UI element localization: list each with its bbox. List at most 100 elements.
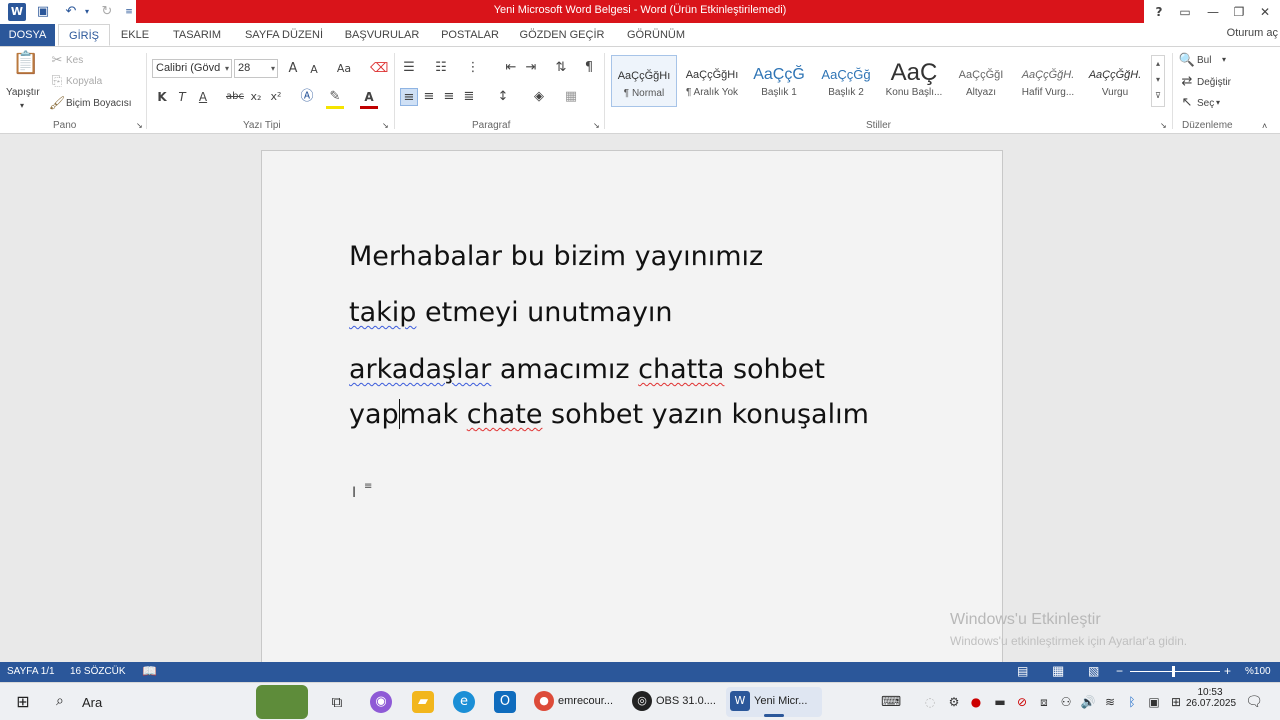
outlook-icon[interactable]: O	[494, 691, 516, 713]
zoom-slider-thumb[interactable]	[1172, 666, 1175, 677]
clear-formatting-icon[interactable]: ⌫	[370, 60, 388, 78]
proofing-icon[interactable]: 📖	[142, 664, 157, 678]
font-color-icon[interactable]: A	[360, 88, 378, 106]
network-icon[interactable]: ⊞	[1168, 694, 1184, 710]
styles-gallery-scroll[interactable]: ▴ ▾ ⊽	[1151, 55, 1165, 107]
save-icon[interactable]: ▣	[34, 3, 52, 21]
taskbar-search[interactable]: ⌕ Ara	[48, 687, 238, 717]
multilevel-list-icon[interactable]: ⋮	[464, 59, 482, 77]
bullets-icon[interactable]: ☰	[400, 59, 418, 77]
sort-icon[interactable]: ⇅	[552, 59, 570, 77]
print-layout-icon[interactable]: ▦	[1052, 663, 1064, 679]
tray-app-icon[interactable]: ▣	[1146, 694, 1162, 710]
sign-in-link[interactable]: Oturum aç	[1227, 27, 1278, 39]
paste-dropdown-icon[interactable]: ▾	[20, 101, 24, 110]
subscript-button[interactable]: x₂	[247, 88, 265, 106]
tab-review[interactable]: GÖZDEN GEÇİR	[514, 24, 610, 46]
style-subtle-emphasis[interactable]: AaÇçĞğH. Hafif Vurg...	[1015, 55, 1081, 107]
zoom-in-icon[interactable]: +	[1224, 664, 1231, 678]
decrease-indent-icon[interactable]: ⇤	[502, 59, 520, 77]
cut-button[interactable]: Kes	[66, 55, 83, 66]
highlight-icon[interactable]: ✎	[326, 88, 344, 106]
collapse-ribbon-icon[interactable]: ˄	[1262, 121, 1267, 131]
show-formatting-icon[interactable]: ¶	[580, 59, 598, 77]
italic-button[interactable]: T	[173, 88, 191, 106]
zoom-slider-track[interactable]	[1130, 671, 1220, 672]
redo-icon[interactable]: ↻	[98, 3, 116, 21]
taskbar-app-chrome[interactable]: ● emrecour...	[530, 687, 626, 717]
taskbar-app-word[interactable]: W Yeni Micr...	[726, 687, 822, 717]
increase-indent-icon[interactable]: ⇥	[522, 59, 540, 77]
clipboard-launcher-icon[interactable]: ↘	[136, 121, 143, 130]
bold-button[interactable]: K	[153, 88, 171, 106]
tab-insert[interactable]: EKLE	[114, 24, 156, 46]
change-case-icon[interactable]: Aa	[332, 60, 356, 78]
document-line[interactable]: arkadaşlar amacımız chatta sohbet	[349, 354, 825, 385]
align-left-icon[interactable]: ≡	[400, 88, 418, 106]
find-button[interactable]: Bul	[1197, 55, 1211, 66]
word-app-icon[interactable]: W	[8, 3, 26, 21]
tab-design[interactable]: TASARIM	[164, 24, 230, 46]
replace-button[interactable]: Değiştir	[1197, 77, 1231, 88]
web-layout-icon[interactable]: ▧	[1088, 664, 1099, 678]
font-launcher-icon[interactable]: ↘	[382, 121, 389, 130]
format-painter-button[interactable]: Biçim Boyacısı	[66, 98, 132, 109]
tab-references[interactable]: BAŞVURULAR	[338, 24, 426, 46]
style-normal[interactable]: AaÇçĞğHı ¶ Normal	[611, 55, 677, 107]
numbering-icon[interactable]: ☷	[432, 59, 450, 77]
strikethrough-button[interactable]: abc	[225, 88, 245, 106]
taskbar-app-obs[interactable]: ◎ OBS 31.0....	[628, 687, 724, 717]
document-area[interactable]: Merhabalar bu bizim yayınımız takip etme…	[0, 134, 1280, 670]
style-heading-2[interactable]: AaÇçĞğ Başlık 2	[813, 55, 879, 107]
windows-start-icon[interactable]: ⊞	[12, 691, 34, 713]
close-button[interactable]: ✕	[1252, 2, 1278, 22]
restore-button[interactable]: ❐	[1226, 2, 1252, 22]
align-right-icon[interactable]: ≡	[440, 88, 458, 106]
find-dropdown-icon[interactable]: ▾	[1222, 55, 1226, 64]
clock[interactable]: 10:53 26.07.2025	[1186, 687, 1236, 709]
align-center-icon[interactable]: ≡	[420, 88, 438, 106]
style-subtitle[interactable]: AaÇçĞğI Altyazı	[948, 55, 1014, 107]
styles-launcher-icon[interactable]: ↘	[1160, 121, 1167, 130]
font-size-combo[interactable]: 28 ▾	[234, 59, 278, 78]
tab-page-layout[interactable]: SAYFA DÜZENİ	[238, 24, 330, 46]
minimize-button[interactable]: —	[1200, 2, 1226, 22]
bluetooth-icon[interactable]: ᛒ	[1124, 694, 1140, 710]
steam-icon[interactable]: ⚙	[946, 694, 962, 710]
tray-app-icon[interactable]: ●	[968, 694, 984, 710]
wifi-icon[interactable]: ≋	[1102, 694, 1118, 710]
justify-icon[interactable]: ≣	[460, 88, 478, 106]
tray-app-icon[interactable]: ▬	[992, 694, 1008, 710]
tray-app-icon[interactable]: ⚇	[1058, 694, 1074, 710]
document-page[interactable]: Merhabalar bu bizim yayınımız takip etme…	[261, 150, 1003, 670]
zoom-level[interactable]: %100	[1245, 666, 1271, 677]
file-explorer-icon[interactable]: ▰	[412, 691, 434, 713]
select-dropdown-icon[interactable]: ▾	[1216, 98, 1220, 107]
style-title[interactable]: AaÇ Konu Başlı...	[881, 55, 947, 107]
zoom-out-icon[interactable]: −	[1116, 664, 1123, 678]
task-view-icon[interactable]: ⧉	[326, 691, 348, 713]
paste-button[interactable]: Yapıştır	[6, 87, 40, 98]
tab-view[interactable]: GÖRÜNÜM	[618, 24, 694, 46]
shading-icon[interactable]: ◈	[530, 88, 548, 106]
style-heading-1[interactable]: AaÇçĞ Başlık 1	[746, 55, 812, 107]
tray-app-icon[interactable]: ⧈	[1036, 694, 1052, 710]
font-name-combo[interactable]: Calibri (Gövd ▾	[152, 59, 232, 78]
keyboard-icon[interactable]: ⌨	[880, 694, 902, 710]
volume-icon[interactable]: 🔊	[1080, 694, 1096, 710]
help-button[interactable]: ?	[1146, 2, 1172, 22]
undo-dropdown-icon[interactable]: ▾	[78, 3, 96, 21]
tab-mailings[interactable]: POSTALAR	[434, 24, 506, 46]
copilot-icon[interactable]: ◉	[370, 691, 392, 713]
underline-button[interactable]: A	[194, 88, 212, 106]
style-emphasis[interactable]: AaÇçĞğH. Vurgu	[1082, 55, 1148, 107]
tray-app-icon[interactable]: ⊘	[1014, 694, 1030, 710]
tab-home[interactable]: GİRİŞ	[58, 24, 110, 46]
word-count[interactable]: 16 SÖZCÜK	[70, 666, 126, 677]
grow-font-icon[interactable]: A	[284, 60, 302, 78]
copy-button[interactable]: Kopyala	[66, 76, 102, 87]
document-line[interactable]: Merhabalar bu bizim yayınımız	[349, 241, 763, 272]
read-mode-icon[interactable]: ▤	[1017, 664, 1028, 678]
edge-icon[interactable]: e	[453, 691, 475, 713]
text-effects-icon[interactable]: Ⓐ	[298, 88, 316, 106]
